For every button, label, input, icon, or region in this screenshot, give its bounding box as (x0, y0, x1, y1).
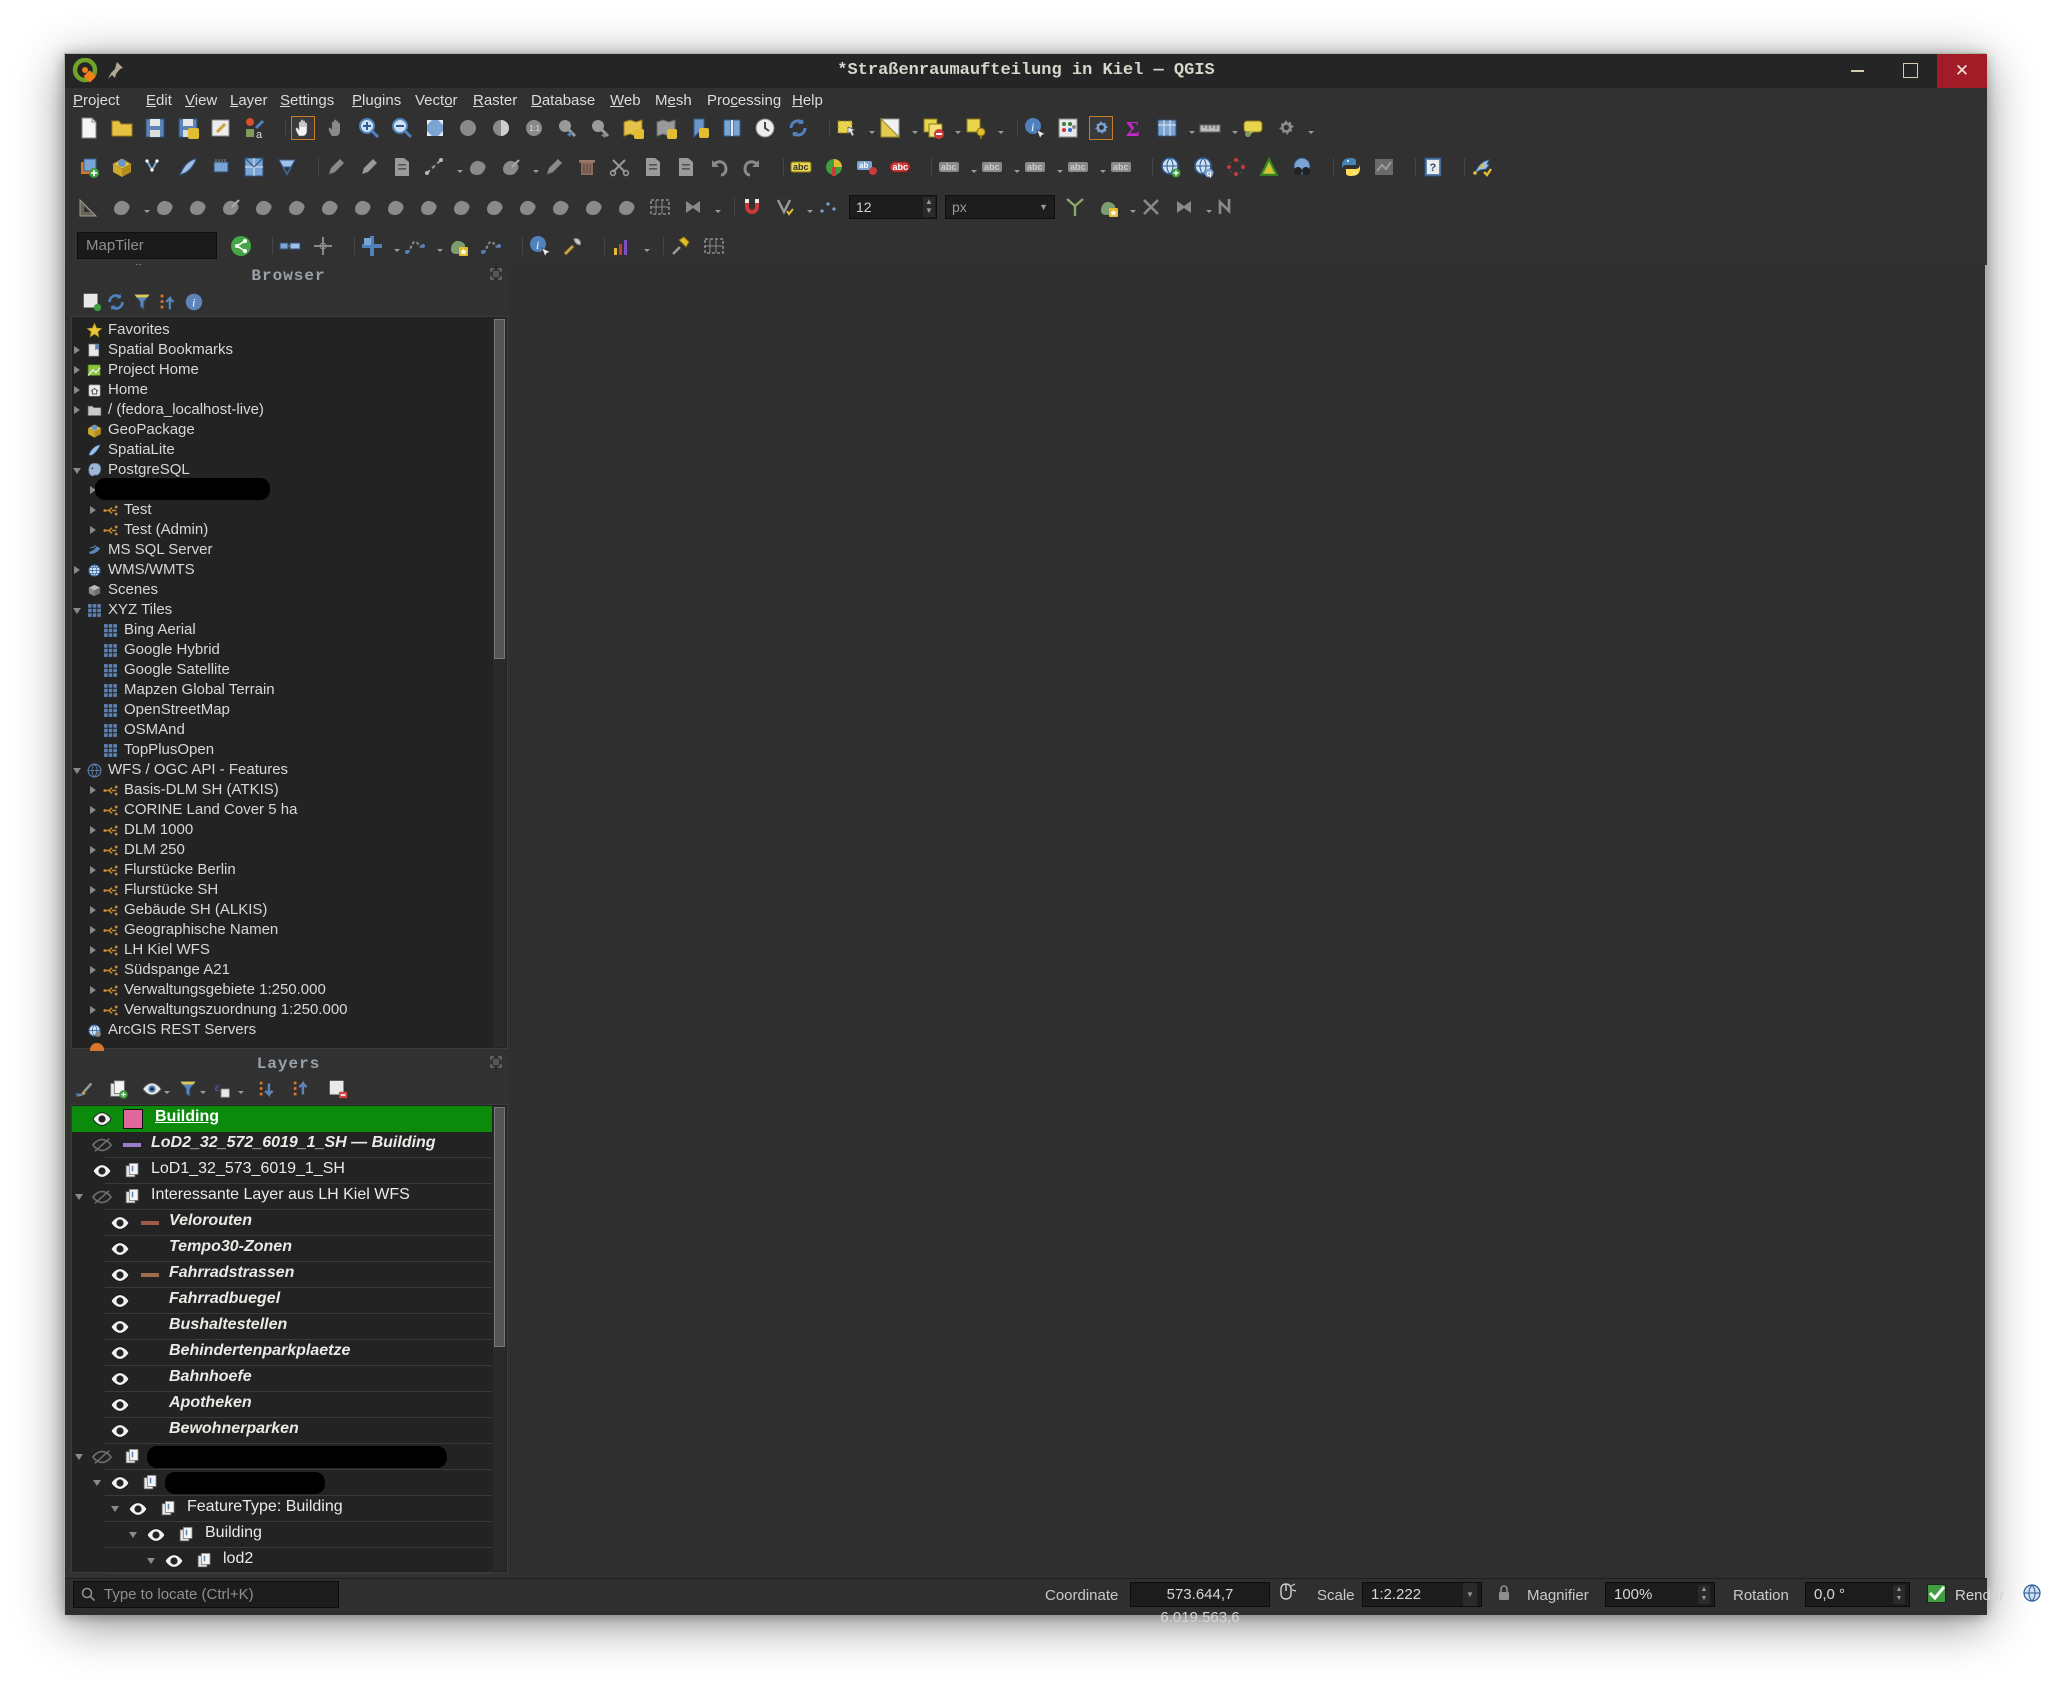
svg-text:Σ: Σ (1126, 117, 1140, 140)
svg-text:i: i (192, 296, 195, 310)
svg-text:?: ? (1430, 162, 1437, 174)
svg-text:abc: abc (1113, 162, 1129, 172)
svg-text:abc: abc (1027, 162, 1043, 172)
svg-text:i: i (536, 238, 539, 252)
svg-text:q: q (1207, 169, 1212, 178)
svg-text:abc: abc (941, 162, 957, 172)
svg-text:ab: ab (859, 161, 868, 170)
svg-text:abc: abc (984, 162, 1000, 172)
svg-text:abc: abc (793, 162, 809, 172)
svg-text:i: i (1031, 120, 1034, 134)
svg-text:ε: ε (215, 1080, 221, 1094)
svg-text:abc: abc (893, 162, 909, 172)
svg-text:a: a (256, 129, 263, 140)
svg-text:abc: abc (1070, 162, 1086, 172)
svg-text:1:1: 1:1 (529, 124, 541, 133)
